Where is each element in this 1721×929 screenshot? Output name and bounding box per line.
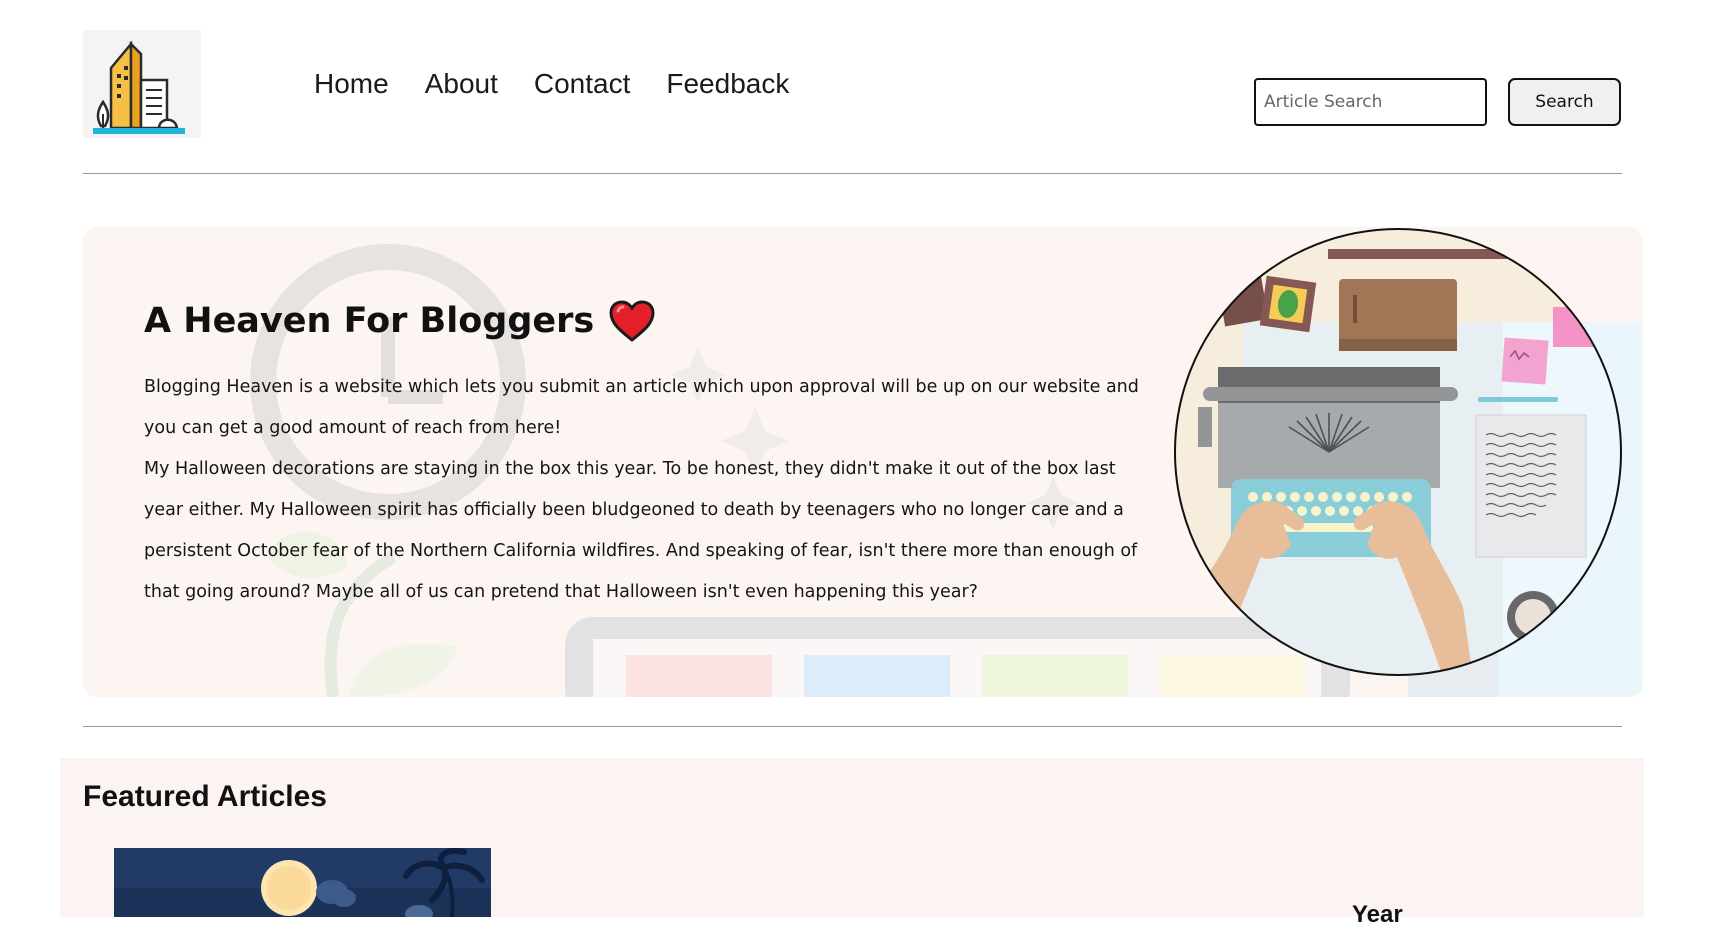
nav-about[interactable]: About xyxy=(425,68,498,100)
featured-articles-title: Featured Articles xyxy=(83,780,327,813)
hero-description: Blogging Heaven is a website which lets … xyxy=(144,367,1144,613)
hero-section: A Heaven For Bloggers Blogging Heaven is… xyxy=(83,227,1643,697)
red-heart-icon xyxy=(609,300,655,342)
hero-paragraph-1: Blogging Heaven is a website which lets … xyxy=(144,377,1139,438)
hero-paragraph-2: My Halloween decorations are staying in … xyxy=(144,459,1138,602)
search-button[interactable]: Search xyxy=(1508,78,1621,126)
night-beach-moon-thumbnail xyxy=(114,848,491,917)
main-nav: Home About Contact Feedback xyxy=(314,68,789,100)
city-buildings-logo-icon xyxy=(93,40,185,134)
hero-title-text: A Heaven For Bloggers xyxy=(144,301,595,341)
typewriter-desk-illustration xyxy=(1174,228,1622,676)
featured-articles-section: Featured Articles Year xyxy=(60,758,1644,928)
nav-feedback[interactable]: Feedback xyxy=(666,68,789,100)
header-divider xyxy=(83,173,1622,174)
hero-title: A Heaven For Bloggers xyxy=(144,299,656,343)
featured-article-thumbnail[interactable] xyxy=(114,848,491,917)
nav-contact[interactable]: Contact xyxy=(534,68,631,100)
hero-divider xyxy=(83,726,1622,727)
article-search-input[interactable] xyxy=(1254,78,1487,126)
year-label: Year xyxy=(1352,901,1403,928)
nav-home[interactable]: Home xyxy=(314,68,389,100)
site-logo[interactable] xyxy=(83,30,201,138)
